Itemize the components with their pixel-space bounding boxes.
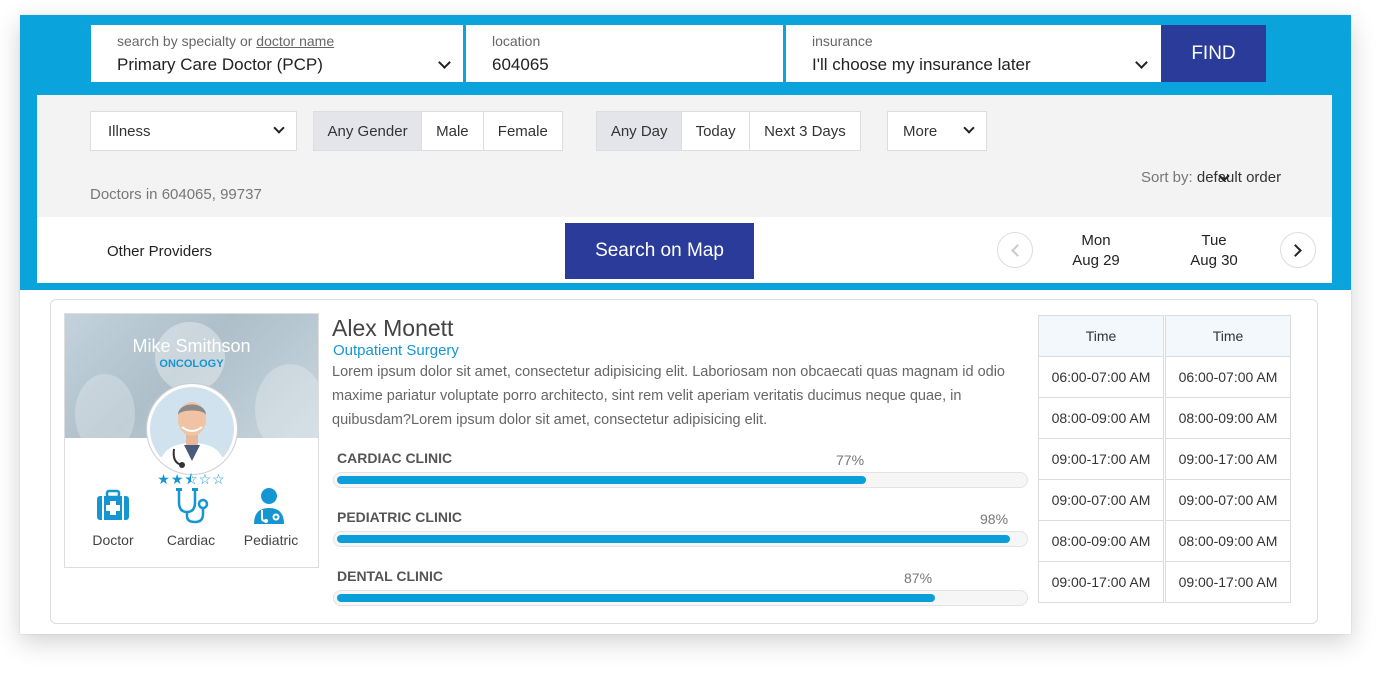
time-slot[interactable]: 08:00-09:00 AM [1038,520,1164,562]
doctor-icon-label: Doctor [92,532,134,548]
specialty-value: Primary Care Doctor (PCP) [117,55,323,74]
sort-value: default order [1196,169,1282,186]
illness-label: Illness [108,123,151,140]
clinic-percent: 77% [836,452,865,468]
more-filters-button[interactable]: More [887,111,987,151]
insurance-value: I'll choose my insurance later [812,55,1031,74]
time-slot[interactable]: 09:00-17:00 AM [1038,438,1164,480]
profile-specialty: ONCOLOGY [159,358,224,370]
time-slot[interactable]: 09:00-17:00 AM [1038,561,1164,603]
time-slot[interactable]: 09:00-07:00 AM [1038,479,1164,521]
other-providers-link[interactable]: Other Providers [107,243,212,260]
doctor-name-link[interactable]: doctor name [256,33,334,49]
time-slot[interactable]: 09:00-07:00 AM [1165,479,1291,521]
clinic-percent: 87% [904,570,933,586]
doctor-description: Lorem ipsum dolor sit amet, consectetur … [332,364,1005,428]
clinic-progress-fill [337,476,866,484]
more-label: More [903,123,938,140]
location-value[interactable]: 604065 [492,55,549,75]
chevron-left-icon [1011,244,1024,257]
gender-female-option[interactable]: Female [484,112,562,150]
schedule-column: Time 06:00-07:00 AM 08:00-09:00 AM 09:00… [1165,315,1291,603]
clinic-progress-bar [333,590,1028,606]
clinic-label: CARDIAC CLINIC [337,450,453,466]
gender-male-option[interactable]: Male [422,112,484,150]
day-weekday: Mon [1081,232,1111,249]
schedule-column: Time 06:00-07:00 AM 08:00-09:00 AM 09:00… [1038,315,1164,603]
sort-label: Sort by: [1141,169,1193,186]
day-next3-option[interactable]: Next 3 Days [750,112,860,150]
nav-bottom-band [20,283,1351,290]
banner-shape [75,374,135,438]
stethoscope-icon[interactable] [171,486,211,526]
chevron-down-icon[interactable] [1135,56,1148,69]
location-field[interactable]: location 604065 [466,25,783,82]
clinic-label: PEDIATRIC CLINIC [337,509,462,525]
chevron-right-icon [1289,244,1302,257]
illness-select[interactable]: Illness [90,111,297,151]
time-slot[interactable]: 09:00-17:00 AM [1165,561,1291,603]
chevron-down-icon[interactable] [438,56,451,69]
medical-kit-icon[interactable] [93,486,133,526]
gender-segmented-control: Any Gender Male Female [313,111,563,151]
pediatric-icon-label: Pediatric [243,532,299,548]
day-today-option[interactable]: Today [682,112,750,150]
day-segmented-control: Any Day Today Next 3 Days [596,111,861,151]
clinic-progress-fill [337,594,935,602]
profile-name: Mike Smithson [132,336,251,356]
doctor-person-icon[interactable] [249,486,289,526]
insurance-select[interactable]: insurance I'll choose my insurance later [786,25,1161,82]
sort-by-dropdown[interactable]: Sort by: default order [1141,169,1281,186]
clinic-progress-bar [333,531,1028,547]
chevron-down-icon [273,122,285,134]
day-any-option[interactable]: Any Day [597,112,683,150]
filter-panel: Illness Any Gender Male Female Any Day T… [37,95,1332,217]
schedule-header: Time [1165,315,1291,357]
specialty-label: search by specialty or doctor name [117,33,335,49]
time-slot[interactable]: 09:00-17:00 AM [1165,438,1291,480]
day-weekday: Tue [1201,232,1227,249]
avatar [147,384,237,474]
clinic-label: DENTAL CLINIC [337,568,444,584]
profile-card[interactable]: Mike Smithson ONCOLOGY ★★⯪☆☆ Doctor Card… [64,313,319,568]
day-date: Aug 30 [1190,252,1238,269]
time-slot[interactable]: 08:00-09:00 AM [1038,397,1164,439]
time-slot[interactable]: 06:00-07:00 AM [1038,356,1164,398]
prev-day-button[interactable] [997,232,1033,268]
location-label: location [492,33,541,49]
time-slot[interactable]: 06:00-07:00 AM [1165,356,1291,398]
clinic-progress-fill [337,535,1010,543]
clinic-percent: 98% [980,511,1009,527]
next-day-button[interactable] [1280,232,1316,268]
day-column-mon[interactable]: Mon Aug 29 [1056,231,1136,271]
banner-shape [155,322,225,392]
specialty-select[interactable]: search by specialty or doctor name Prima… [91,25,463,82]
gender-any-option[interactable]: Any Gender [314,112,423,150]
schedule-header: Time [1038,315,1164,357]
doctor-name[interactable]: Alex Monett [332,315,453,342]
day-date: Aug 29 [1072,252,1120,269]
results-nav-bar: Other Providers Search on Map Mon Aug 29… [37,217,1332,283]
doctor-specialty: Outpatient Surgery [333,342,459,359]
day-column-tue[interactable]: Tue Aug 30 [1174,231,1254,271]
insurance-label: insurance [812,33,873,49]
results-location-text: Doctors in 604065, 99737 [90,186,262,203]
find-button[interactable]: FIND [1161,25,1266,82]
chevron-down-icon [963,122,975,134]
time-slot[interactable]: 08:00-09:00 AM [1165,397,1291,439]
search-on-map-button[interactable]: Search on Map [565,223,754,279]
clinic-progress-bar [333,472,1028,488]
banner-shape [255,364,318,438]
cardiac-icon-label: Cardiac [166,532,216,548]
time-slot[interactable]: 08:00-09:00 AM [1165,520,1291,562]
